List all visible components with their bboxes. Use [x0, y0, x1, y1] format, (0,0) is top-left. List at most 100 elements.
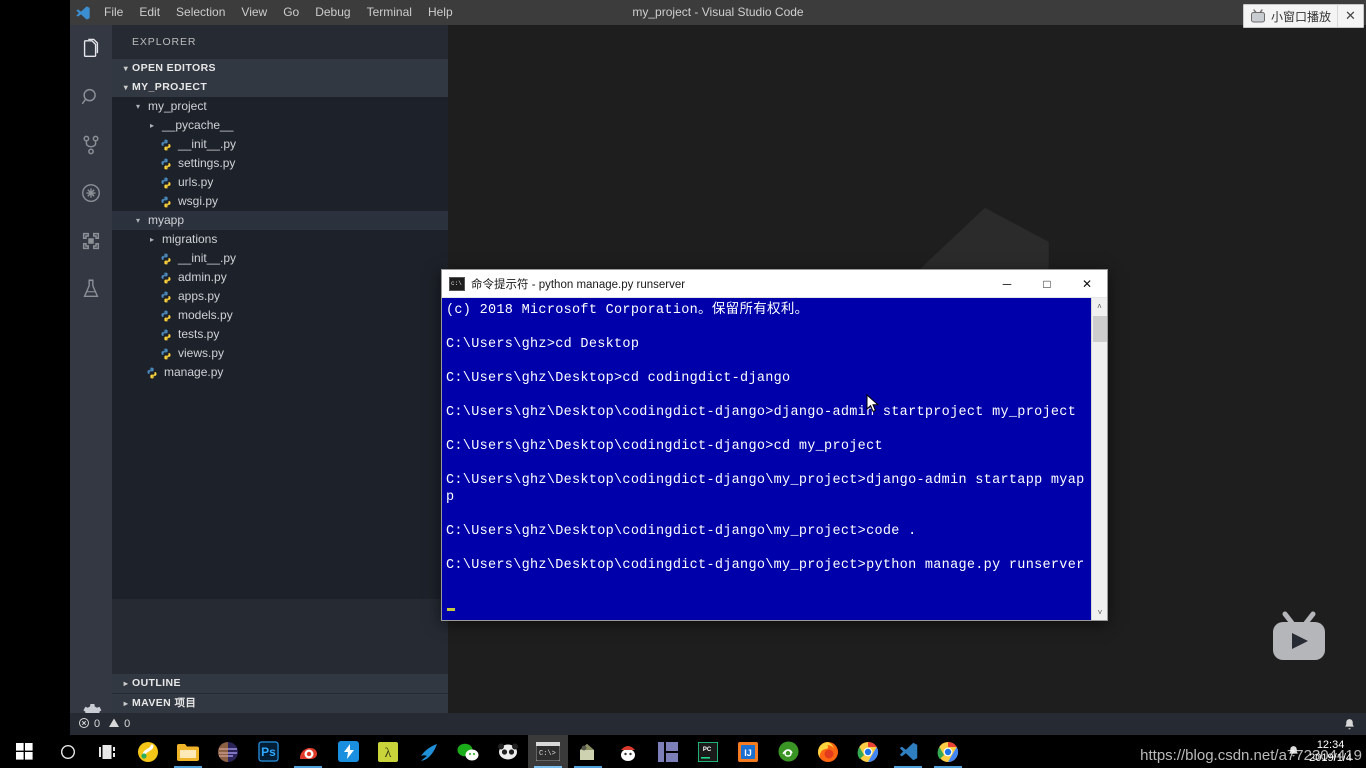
- tree-item-label: manage.py: [164, 365, 224, 379]
- chrome-icon[interactable]: [848, 735, 888, 768]
- chevron-right-icon[interactable]: ▸: [146, 116, 158, 135]
- tree-folder-row[interactable]: ▸ migrations: [112, 230, 448, 249]
- chrome-second-icon[interactable]: [928, 735, 968, 768]
- command-prompt-window[interactable]: 命令提示符 - python manage.py runserver ─ □ ✕…: [441, 269, 1108, 621]
- cmd-console-body[interactable]: (c) 2018 Microsoft Corporation。保留所有权利。 C…: [442, 298, 1107, 620]
- menu-selection[interactable]: Selection: [168, 0, 233, 25]
- maven-label: MAVEN 项目: [132, 697, 197, 709]
- thunder-snail-icon[interactable]: [288, 735, 328, 768]
- navicat-icon[interactable]: [208, 735, 248, 768]
- cmd-maximize-button[interactable]: □: [1027, 270, 1067, 298]
- svg-text:PC: PC: [703, 747, 712, 753]
- tree-item-label: my_project: [148, 99, 207, 113]
- tree-file-row[interactable]: urls.py: [112, 173, 448, 192]
- sogou-input-icon[interactable]: [128, 735, 168, 768]
- file-explorer-icon[interactable]: [168, 735, 208, 768]
- section-outline[interactable]: ▸ OUTLINE: [112, 674, 448, 693]
- tree-file-row[interactable]: apps.py: [112, 287, 448, 306]
- menu-edit[interactable]: Edit: [131, 0, 168, 25]
- cmd-title-bar[interactable]: 命令提示符 - python manage.py runserver ─ □ ✕: [442, 270, 1107, 298]
- status-bell-icon[interactable]: [1343, 718, 1356, 731]
- search-icon[interactable]: [70, 73, 112, 121]
- chevron-right-icon: ▸: [123, 679, 129, 688]
- scrollbar-thumb[interactable]: [1093, 316, 1107, 342]
- panda-tool-icon[interactable]: [488, 735, 528, 768]
- taskbar-clock[interactable]: 12:34 2019/1/4: [1307, 739, 1366, 765]
- chevron-down-icon[interactable]: ▾: [132, 211, 144, 230]
- chevron-down-icon: ▾: [123, 83, 129, 92]
- section-maven[interactable]: ▸ MAVEN 项目: [112, 694, 448, 713]
- section-open-editors[interactable]: ▾ OPEN EDITORS: [112, 59, 448, 78]
- tree-file-row[interactable]: models.py: [112, 306, 448, 325]
- tree-file-row[interactable]: settings.py: [112, 154, 448, 173]
- postman-icon[interactable]: [568, 735, 608, 768]
- menu-terminal[interactable]: Terminal: [359, 0, 420, 25]
- anaconda-icon[interactable]: [768, 735, 808, 768]
- pycharm-icon[interactable]: PC: [688, 735, 728, 768]
- menu-go[interactable]: Go: [275, 0, 307, 25]
- chevron-down-icon[interactable]: ▾: [132, 97, 144, 116]
- menu-file[interactable]: File: [96, 0, 131, 25]
- task-view-icon[interactable]: [88, 735, 128, 768]
- cmd-scrollbar[interactable]: ˄ ˅: [1091, 298, 1107, 620]
- python-file-icon: [158, 158, 174, 170]
- float-play-overlay[interactable]: 小窗口播放 ✕: [1242, 4, 1364, 28]
- cmd-caret: [447, 608, 455, 611]
- explorer-sidebar: EXPLORER ▾ OPEN EDITORS ▾ MY_PROJECT ▾ my…: [112, 25, 448, 735]
- cmd-minimize-button[interactable]: ─: [987, 270, 1027, 298]
- python-file-icon: [158, 348, 174, 360]
- vscode-logo-icon: [70, 0, 96, 25]
- tree-file-row[interactable]: views.py: [112, 344, 448, 363]
- menu-debug[interactable]: Debug: [307, 0, 358, 25]
- source-control-icon[interactable]: [70, 121, 112, 169]
- swallow-browser-icon[interactable]: [408, 735, 448, 768]
- debug-icon[interactable]: [70, 169, 112, 217]
- command-prompt-taskbar-icon[interactable]: C:\>: [528, 735, 568, 768]
- menu-help[interactable]: Help: [420, 0, 461, 25]
- tree-file-row[interactable]: __init__.py: [112, 135, 448, 154]
- tree-folder-row[interactable]: ▸ __pycache__: [112, 116, 448, 135]
- tree-folder-row[interactable]: ▾ myapp: [112, 211, 448, 230]
- explorer-icon[interactable]: [70, 25, 112, 73]
- tree-file-row[interactable]: admin.py: [112, 268, 448, 287]
- navicat-premium-icon[interactable]: [648, 735, 688, 768]
- start-button-icon[interactable]: [0, 735, 48, 768]
- firefox-icon[interactable]: [808, 735, 848, 768]
- lambda-editor-icon[interactable]: λ: [368, 735, 408, 768]
- intellij-idea-icon[interactable]: IJ: [728, 735, 768, 768]
- vscode-taskbar-icon[interactable]: [888, 735, 928, 768]
- menu-view[interactable]: View: [233, 0, 275, 25]
- python-file-icon: [158, 139, 174, 151]
- chevron-right-icon[interactable]: ▸: [146, 230, 158, 249]
- chevron-right-icon: ▸: [123, 699, 129, 708]
- tree-file-row[interactable]: tests.py: [112, 325, 448, 344]
- wechat-icon[interactable]: [448, 735, 488, 768]
- tree-file-row[interactable]: manage.py: [112, 363, 448, 382]
- svg-text:λ: λ: [385, 746, 392, 761]
- vscode-title-bar: File Edit Selection View Go Debug Termin…: [70, 0, 1366, 25]
- tree-item-label: __init__.py: [178, 251, 237, 265]
- xunlei-icon[interactable]: [328, 735, 368, 768]
- system-tray: 12:34 2019/1/4: [1279, 735, 1366, 768]
- python-file-icon: [158, 177, 174, 189]
- status-problems[interactable]: 0 0: [70, 717, 130, 732]
- python-file-icon: [158, 291, 174, 303]
- tomcat-icon[interactable]: [608, 735, 648, 768]
- photoshop-icon[interactable]: Ps: [248, 735, 288, 768]
- warning-count: 0: [124, 718, 131, 730]
- tree-folder-row[interactable]: ▾ my_project: [112, 97, 448, 116]
- scroll-up-button[interactable]: ˄: [1092, 298, 1107, 314]
- windows-taskbar: Ps λ C:\> PC IJ 12:34 2019/1/4: [0, 735, 1366, 768]
- scroll-down-button[interactable]: ˅: [1092, 604, 1107, 620]
- cmd-close-button[interactable]: ✕: [1067, 270, 1107, 298]
- cortana-search-icon[interactable]: [48, 735, 88, 768]
- notification-bell-icon[interactable]: [1279, 745, 1307, 758]
- tree-item-label: apps.py: [178, 289, 221, 303]
- tree-file-row[interactable]: __init__.py: [112, 249, 448, 268]
- float-play-close-button[interactable]: ✕: [1337, 5, 1363, 27]
- section-my-project[interactable]: ▾ MY_PROJECT: [112, 78, 448, 97]
- test-beaker-icon[interactable]: [70, 265, 112, 313]
- tree-file-row[interactable]: wsgi.py: [112, 192, 448, 211]
- bilibili-play-logo-icon: [1265, 608, 1333, 675]
- extensions-icon[interactable]: [70, 217, 112, 265]
